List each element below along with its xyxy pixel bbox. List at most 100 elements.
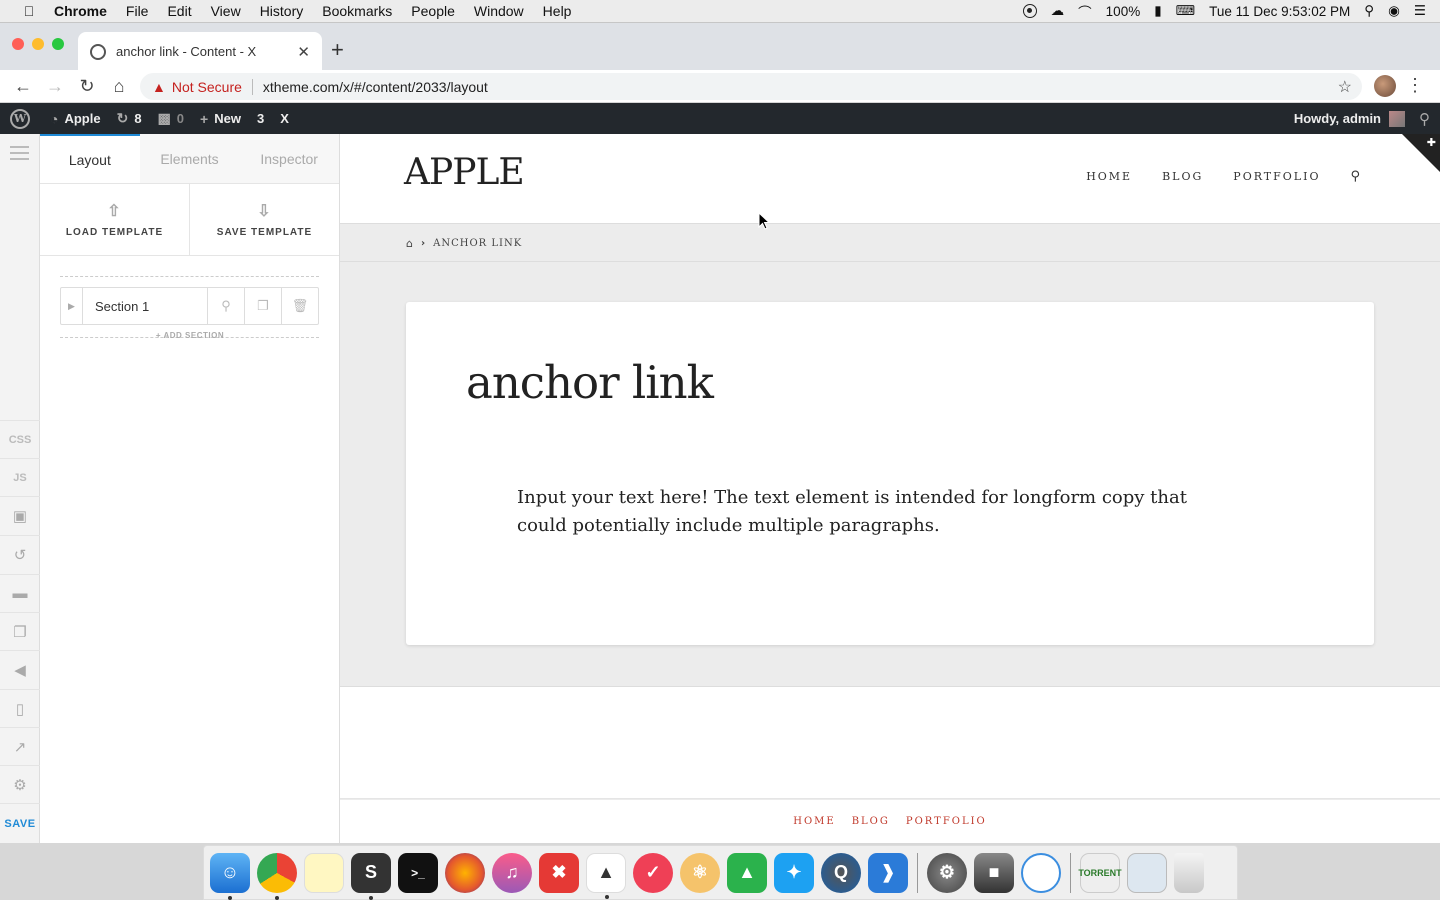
header-footer-icon[interactable]: ▬	[0, 574, 40, 612]
duplicate-section-icon[interactable]: ❐	[244, 288, 281, 324]
footer-nav-portfolio[interactable]: PORTFOLIO	[906, 816, 987, 827]
history-icon[interactable]: ↺	[0, 535, 40, 573]
save-button[interactable]: SAVE	[0, 803, 40, 843]
battery-icon[interactable]: ▮	[1154, 3, 1161, 19]
menu-edit[interactable]: Edit	[167, 3, 191, 19]
dock-trash-icon[interactable]	[1174, 852, 1204, 893]
dock-atom-icon[interactable]: ⚛	[680, 852, 720, 893]
profile-avatar[interactable]	[1374, 75, 1396, 97]
reload-icon[interactable]: ↻	[78, 76, 96, 97]
admin-x-version[interactable]: 3	[257, 111, 264, 126]
tab-layout[interactable]: Layout	[40, 134, 140, 183]
layout-images-icon[interactable]: ▣	[0, 496, 40, 534]
external-link-icon[interactable]: ↗	[0, 727, 40, 765]
back-circle-icon[interactable]: ◀	[0, 650, 40, 688]
admin-site-name[interactable]: ◔ Apple	[50, 111, 101, 127]
menu-window[interactable]: Window	[474, 3, 524, 19]
page-title[interactable]: anchor link	[466, 356, 714, 409]
dock-sublime-icon[interactable]: S	[351, 852, 391, 900]
dock-notes-icon[interactable]	[304, 852, 344, 893]
dock-sequel-pro-icon[interactable]: ▲	[586, 852, 626, 899]
dock-finder-icon[interactable]: ☺	[210, 852, 250, 900]
tab-close-icon[interactable]: ✕	[297, 43, 310, 61]
section-label[interactable]: Section 1	[83, 299, 207, 314]
howdy-user[interactable]: Howdy, admin	[1294, 111, 1381, 126]
wordpress-logo-icon[interactable]: W	[10, 108, 30, 129]
forward-icon[interactable]: →	[46, 76, 64, 97]
admin-x-menu[interactable]: X	[280, 111, 289, 126]
menu-app-name[interactable]: Chrome	[54, 3, 107, 19]
menu-view[interactable]: View	[211, 3, 241, 19]
admin-comments[interactable]: ▩ 0	[158, 110, 184, 127]
wifi-icon[interactable]: ⌒	[1078, 1, 1092, 21]
nav-home[interactable]: HOME	[1086, 170, 1132, 183]
dock-quicktime-icon[interactable]: Q	[821, 852, 861, 893]
screen-record-icon[interactable]	[1022, 4, 1037, 18]
admin-search-icon[interactable]: ⚲	[1419, 110, 1430, 128]
hamburger-menu-icon[interactable]	[10, 146, 29, 164]
corner-plus-icon[interactable]: ✚	[1427, 136, 1436, 149]
load-template-button[interactable]: ⇧ LOAD TEMPLATE	[40, 184, 190, 255]
text-element[interactable]: Input your text here! The text element i…	[517, 484, 1237, 540]
dock-pocket-icon[interactable]: ✓	[633, 852, 673, 893]
footer-nav-blog[interactable]: BLOG	[852, 816, 890, 827]
dock-xmind-icon[interactable]: ✖	[539, 852, 579, 893]
dock-safari-icon[interactable]	[1021, 852, 1061, 893]
spotlight-icon[interactable]: ⚲	[1364, 3, 1374, 19]
chrome-menu-icon[interactable]: ⋮	[1406, 75, 1424, 96]
dock-system-preferences-icon[interactable]: ⚙	[927, 852, 967, 893]
nav-portfolio[interactable]: PORTFOLIO	[1233, 170, 1320, 183]
cloud-icon[interactable]: ☁	[1051, 3, 1065, 19]
dock-vscode-icon[interactable]: ❱	[868, 852, 908, 893]
dock-chrome-icon[interactable]	[257, 852, 297, 900]
dock-itunes-icon[interactable]: ♫	[492, 852, 532, 893]
dock-feedly-icon[interactable]: ▲	[727, 852, 767, 893]
dock-chrome-files-icon[interactable]	[1127, 852, 1167, 893]
admin-new[interactable]: + New	[200, 111, 241, 127]
menu-help[interactable]: Help	[543, 3, 572, 19]
breadcrumb-home-icon[interactable]: ⌂	[406, 237, 414, 250]
apple-menu-icon[interactable]: 	[20, 3, 38, 19]
home-icon[interactable]: ⌂	[110, 76, 128, 97]
address-bar[interactable]: ▲ Not Secure xtheme.com/x/#/content/2033…	[140, 73, 1362, 100]
section-row[interactable]: ▶ Section 1 ⚲ ❐ 🗑	[60, 287, 319, 325]
browser-tab-active[interactable]: anchor link - Content - X ✕	[78, 32, 322, 71]
zoom-window-button[interactable]	[52, 38, 64, 50]
siri-icon[interactable]: ◉	[1388, 3, 1400, 19]
delete-section-icon[interactable]: 🗑	[281, 288, 318, 324]
menu-bookmarks[interactable]: Bookmarks	[322, 3, 392, 19]
minimize-window-button[interactable]	[32, 38, 44, 50]
add-section-button[interactable]: + ADD SECTION	[40, 331, 340, 340]
dock-twitter-icon[interactable]: ✦	[774, 852, 814, 893]
menu-people[interactable]: People	[411, 3, 455, 19]
inspect-section-icon[interactable]: ⚲	[207, 288, 244, 324]
bookmark-star-icon[interactable]: ☆	[1338, 77, 1352, 97]
clock[interactable]: Tue 11 Dec 9:53:02 PM	[1209, 4, 1350, 19]
js-button[interactable]: JS	[0, 458, 40, 496]
footer-nav-home[interactable]: HOME	[793, 816, 835, 827]
close-window-button[interactable]	[12, 38, 24, 50]
site-search-icon[interactable]: ⚲	[1350, 169, 1360, 184]
responsive-device-icon[interactable]: ▯	[0, 689, 40, 727]
dock-server-icon[interactable]: ■	[974, 852, 1014, 893]
battery-percent[interactable]: 100%	[1106, 4, 1141, 19]
menu-file[interactable]: File	[126, 3, 149, 19]
new-tab-button[interactable]: +	[331, 37, 344, 63]
dock-torrent-icon[interactable]: TORRENT	[1078, 852, 1122, 893]
templates-icon[interactable]: ❐	[0, 612, 40, 650]
menu-history[interactable]: History	[260, 3, 304, 19]
url-text[interactable]: xtheme.com/x/#/content/2033/layout	[263, 79, 488, 95]
site-brand[interactable]: APPLE	[404, 152, 525, 193]
admin-updates[interactable]: ↻ 8	[117, 110, 142, 127]
input-menu-icon[interactable]: ⌨	[1176, 3, 1196, 19]
settings-gear-icon[interactable]: ⚙	[0, 765, 40, 803]
tab-inspector[interactable]: Inspector	[239, 134, 339, 183]
expand-caret-icon[interactable]: ▶	[61, 288, 83, 324]
tab-elements[interactable]: Elements	[140, 134, 240, 183]
css-button[interactable]: CSS	[0, 420, 40, 458]
not-secure-label[interactable]: Not Secure	[172, 79, 242, 95]
dock-firefox-icon[interactable]	[445, 852, 485, 893]
dock-terminal-icon[interactable]: >_	[398, 852, 438, 893]
save-template-button[interactable]: ⇩ SAVE TEMPLATE	[190, 184, 339, 255]
nav-blog[interactable]: BLOG	[1162, 170, 1203, 183]
